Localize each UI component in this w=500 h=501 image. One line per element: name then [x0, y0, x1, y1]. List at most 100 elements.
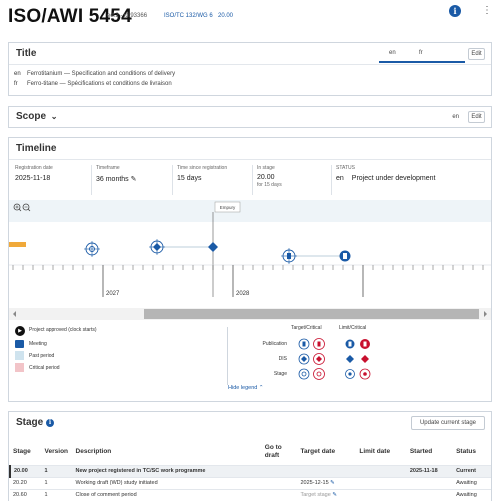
dis-critical-icon [313, 353, 325, 365]
cell-started [406, 488, 454, 501]
timeframe-value: 36 months [96, 176, 129, 183]
legend-past: Past period [15, 351, 54, 360]
today-label: Empury [220, 205, 236, 210]
hide-legend-label: Hide legend [228, 385, 258, 391]
col-limit-date: Limit date [359, 448, 391, 456]
cell-target-wrap: 2025-12-15 ✎ [297, 476, 357, 489]
cell-target [297, 464, 357, 477]
cell-stage: 20.00 [9, 464, 42, 477]
tab-fr[interactable]: fr [419, 50, 423, 56]
divider [331, 165, 332, 195]
registration-label: Registration date [15, 165, 53, 171]
cell-status: Current [453, 464, 491, 477]
stage-table: Stage Version Description Go to draft Ta… [9, 439, 491, 501]
cell-go-to-draft [261, 476, 298, 489]
scrollbar-thumb[interactable] [144, 309, 479, 319]
col-started: Started [409, 448, 433, 456]
cell-limit [356, 488, 407, 501]
cell-go-to-draft [261, 464, 298, 477]
cell-description: Working draft (WD) study initiated [72, 476, 262, 489]
legend-symbols [298, 338, 371, 380]
scope-heading[interactable]: Scope ⌄ [16, 111, 58, 122]
scope-heading-label: Scope [16, 111, 47, 122]
status-value: Project under development [351, 175, 436, 182]
update-stage-button[interactable]: Update current stage [411, 416, 485, 430]
edit-icon[interactable]: ✎ [332, 492, 337, 498]
cell-limit [356, 464, 407, 477]
legend-critical: Critical period [15, 363, 60, 372]
title-panel-header: Title en fr Edit [9, 43, 491, 65]
dis-limit-icon [346, 355, 354, 363]
legend-col-limit: Limit/Critical [339, 325, 367, 331]
cell-version: 1 [41, 488, 73, 501]
title-lang-code: fr [14, 81, 18, 87]
stage-panel: Stage i Update current stage Stage Versi… [8, 411, 492, 501]
tab-en[interactable]: en [389, 50, 396, 56]
timeline-panel: Timeline Registration date 2025-11-18 Ti… [8, 137, 492, 402]
edit-icon[interactable]: ✎ [330, 480, 335, 486]
legend-approved: ▶ Project approved (clock starts) [15, 326, 97, 336]
edit-scope-button[interactable]: Edit [468, 111, 485, 123]
year-label: 2027 [106, 291, 120, 297]
registration-value: 2025-11-18 [15, 175, 51, 182]
title-row-fr: fr Ferro-titane — Spécifications et condi… [14, 81, 172, 87]
title-panel-heading: Title [16, 48, 37, 59]
timeline-svg: Empury 2027 2028 [9, 200, 491, 321]
title-text: Ferrotitanium — Specification and condit… [27, 71, 176, 77]
registration-date: Registration date 2025-11-18 [15, 165, 53, 195]
time-since-registration: Time since registration 15 days [177, 165, 227, 195]
info-icon[interactable]: i [449, 5, 461, 17]
status-lang: en [336, 175, 344, 182]
cell-stage: 20.60 [10, 488, 42, 501]
cell-status: Awaiting [453, 488, 491, 501]
scope-lang[interactable]: en [452, 114, 459, 120]
cell-status: Awaiting [453, 476, 491, 489]
legend-label: Critical period [29, 365, 60, 371]
title-row-en: en Ferrotitanium — Specification and cond… [14, 71, 175, 77]
instage-label: In stage [257, 165, 275, 171]
timeframe-label: Timeframe [96, 165, 120, 171]
legend-label: Project approved (clock starts) [29, 327, 97, 333]
col-status: Status [456, 448, 476, 456]
col-go-to-draft: Go to draft [264, 443, 282, 459]
top-band [9, 200, 491, 222]
edit-title-button[interactable]: Edit [468, 48, 485, 60]
document-icon[interactable] [339, 250, 351, 262]
hide-legend-link[interactable]: Hide legend ⌃ [228, 385, 264, 391]
committee-link[interactable]: ISO/TC 132/WG 6 [164, 13, 213, 19]
info-icon[interactable]: i [46, 419, 55, 427]
publication-limit-critical-icon [360, 339, 370, 349]
timeline-chart[interactable]: Empury 2027 2028 [9, 200, 491, 321]
timeframe-value-row: 36 months ✎ [96, 175, 137, 183]
stage-link[interactable]: 20.00 [218, 13, 233, 19]
legend-row-label: Publication [262, 341, 287, 347]
table-row[interactable]: 20.00 1 New project registered in TC/SC … [9, 464, 491, 477]
scope-panel: Scope ⌄ en Edit [8, 106, 492, 128]
cell-started: 2025-11-18 [406, 464, 454, 477]
status-value-row: en Project under development [336, 175, 435, 182]
legend-row-label: Stage [273, 371, 287, 377]
legend-col-target: Target/Critical [291, 325, 322, 331]
table-row[interactable]: 20.20 1 Working draft (WD) study initiat… [10, 476, 491, 489]
title-text: Ferro-titane — Spécifications et conditi… [27, 81, 172, 87]
publication-target-icon [298, 338, 310, 350]
stage-heading-label: Stage [16, 417, 44, 428]
approved-marker [9, 242, 26, 247]
dis-target-icon [298, 353, 310, 365]
table-row[interactable]: 20.60 1 Close of comment period Target s… [10, 488, 491, 501]
stage-limit-icon [345, 369, 355, 379]
more-menu-icon[interactable]: ⋮ [482, 4, 492, 18]
cell-target: 2025-12-15 [300, 480, 329, 486]
critical-period-swatch [15, 363, 24, 372]
cell-version: 1 [41, 464, 73, 477]
edit-icon[interactable]: ✎ [131, 176, 137, 183]
timeline-heading: Timeline [16, 143, 57, 154]
legend-right: Target/Critical Limit/Critical Publicati… [227, 324, 392, 385]
cell-target-wrap: Target stage ✎ [297, 488, 357, 501]
cell-go-to-draft [261, 488, 298, 501]
doc-meta: ed.2 - id.93366 [107, 13, 148, 19]
legend-divider [227, 327, 228, 385]
language-tabs: en fr [379, 48, 465, 63]
chevron-up-icon: ⌃ [258, 385, 264, 391]
publication-limit-icon [345, 339, 355, 349]
